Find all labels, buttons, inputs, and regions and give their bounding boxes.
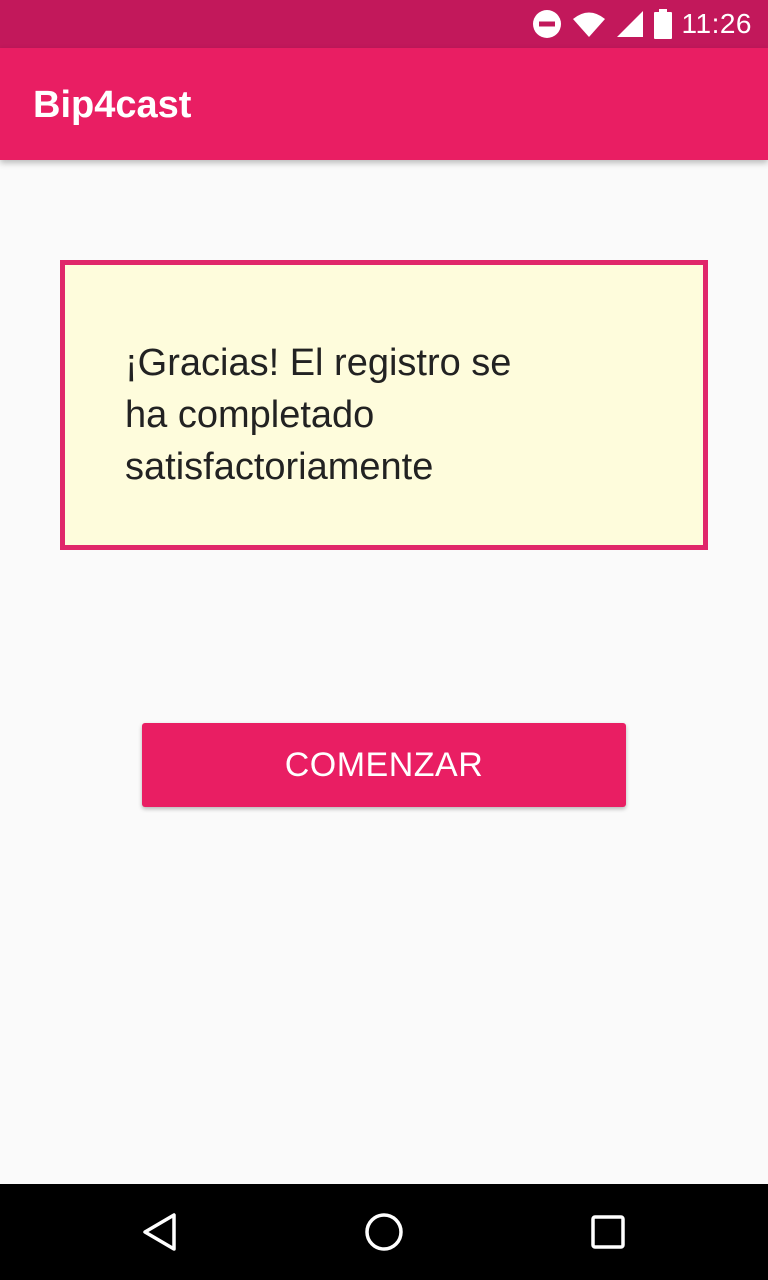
status-time: 11:26: [681, 8, 752, 39]
back-icon: [143, 1213, 176, 1251]
app-title: Bip4cast: [33, 84, 192, 126]
app-bar: Bip4cast: [0, 48, 768, 160]
status-bar: 11:26: [0, 0, 768, 48]
status-icons: 11:26: [532, 0, 753, 48]
confirmation-message-box: ¡Gracias! El registro se ha completado s…: [60, 260, 708, 550]
do-not-disturb-icon: [532, 9, 562, 39]
recents-icon: [591, 1215, 625, 1249]
battery-icon: [653, 9, 672, 39]
navigation-bar: [0, 1184, 768, 1280]
home-icon: [365, 1213, 403, 1251]
cell-signal-icon: [616, 10, 644, 38]
recents-button[interactable]: [576, 1200, 640, 1264]
wifi-icon: [572, 10, 606, 38]
confirmation-message: ¡Gracias! El registro se ha completado s…: [125, 342, 512, 488]
home-button[interactable]: [352, 1200, 416, 1264]
back-button[interactable]: [128, 1200, 192, 1264]
start-button[interactable]: COMENZAR: [142, 723, 626, 807]
